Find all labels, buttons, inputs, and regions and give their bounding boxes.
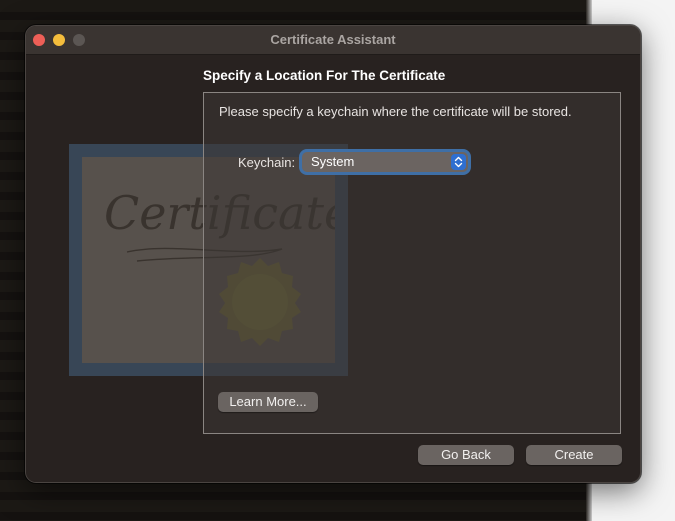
keychain-selected-value: System [311,154,355,169]
options-panel: Please specify a keychain where the cert… [203,92,621,434]
minimize-window-button[interactable] [53,34,65,46]
window-title: Certificate Assistant [270,32,396,47]
instruction-text: Please specify a keychain where the cert… [219,104,572,119]
create-button[interactable]: Create [526,445,622,465]
popup-stepper-icon [451,154,466,170]
certificate-assistant-window: Certificate Assistant Certificate Specif… [25,25,641,483]
learn-more-button[interactable]: Learn More... [218,392,318,412]
go-back-button[interactable]: Go Back [418,445,514,465]
title-bar[interactable]: Certificate Assistant [26,26,640,55]
keychain-select[interactable]: System [302,152,468,172]
window-content: Certificate Specify a Location For The C… [26,55,640,482]
page-heading: Specify a Location For The Certificate [203,68,446,83]
keychain-label: Keychain: [238,155,296,170]
close-window-button[interactable] [33,34,45,46]
zoom-window-button [73,34,85,46]
